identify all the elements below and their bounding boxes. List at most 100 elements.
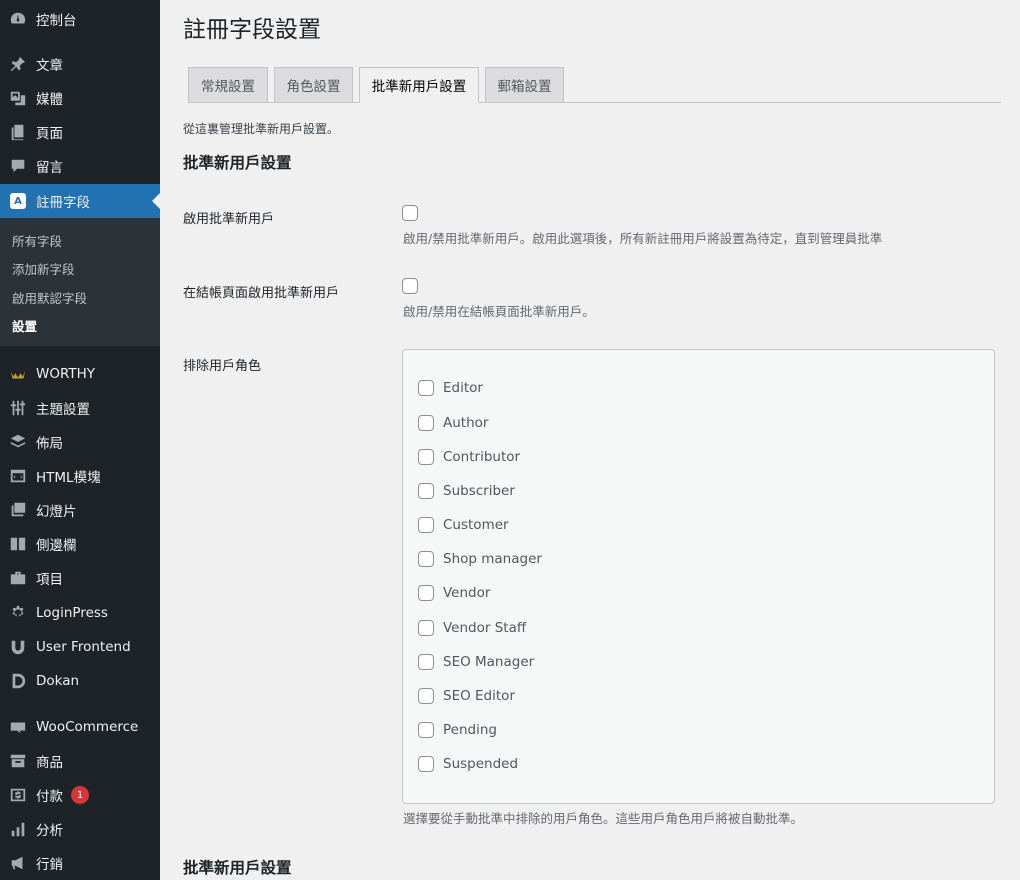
menu-registration-fields[interactable]: A 註冊字段: [0, 184, 160, 218]
dashboard-icon: [0, 2, 36, 36]
role-label: Suspended: [443, 756, 519, 772]
role-checkbox[interactable]: [418, 380, 434, 396]
role-checkbox[interactable]: [418, 722, 434, 738]
slides-icon: [0, 493, 36, 527]
role-checkbox[interactable]: [418, 654, 434, 670]
layers-icon: [0, 425, 36, 459]
menu-products[interactable]: 商品: [0, 744, 160, 778]
menu-media-label: 媒體: [36, 92, 63, 108]
bar-chart-icon: [0, 812, 36, 846]
submenu-settings[interactable]: 設置: [12, 316, 37, 335]
role-checkbox[interactable]: [418, 688, 434, 704]
dollar-icon: [0, 778, 36, 812]
role-option[interactable]: Vendor: [418, 585, 490, 601]
checkout-approve-label: 在結帳頁面啟用批準新用戶: [183, 286, 340, 301]
submenu-all-fields[interactable]: 所有字段: [12, 231, 62, 250]
menu-comments[interactable]: 留言: [0, 149, 160, 183]
menu-media[interactable]: 媒體: [0, 81, 160, 115]
role-label: Editor: [443, 380, 483, 396]
menu-worthy[interactable]: WORTHY: [0, 357, 160, 391]
registration-submenu: 所有字段 添加新字段 啟用默認字段 設置: [0, 218, 160, 346]
menu-analytics[interactable]: 分析: [0, 812, 160, 846]
role-option[interactable]: Subscriber: [418, 483, 515, 499]
role-option[interactable]: Suspended: [418, 756, 518, 772]
checkout-approve-checkbox[interactable]: [402, 278, 418, 294]
menu-woocommerce-label: WooCommerce: [36, 719, 139, 735]
role-label: Pending: [443, 722, 497, 738]
menu-layout[interactable]: 佈局: [0, 425, 160, 459]
page-title: 註冊字段設置: [183, 17, 321, 43]
section-title-secondary: 批準新用戶設置: [183, 859, 292, 877]
role-label: Subscriber: [443, 483, 515, 499]
role-label: SEO Editor: [443, 688, 515, 704]
tab-general[interactable]: 常規設置: [188, 67, 268, 103]
menu-dokan[interactable]: Dokan: [0, 664, 160, 698]
menu-theme-settings-label: 主題設置: [36, 402, 90, 418]
submenu-add-field[interactable]: 添加新字段: [12, 259, 75, 278]
menu-woocommerce[interactable]: WooCommerce: [0, 710, 160, 744]
menu-layout-label: 佈局: [36, 436, 63, 452]
sidebar-icon: [0, 527, 36, 561]
role-option[interactable]: Pending: [418, 722, 497, 738]
role-checkbox[interactable]: [418, 415, 434, 431]
role-option[interactable]: Vendor Staff: [418, 620, 526, 636]
role-option[interactable]: SEO Manager: [418, 654, 534, 670]
role-option[interactable]: SEO Editor: [418, 688, 515, 704]
woocommerce-icon: [0, 710, 36, 744]
menu-sidebars[interactable]: 側邊欄: [0, 527, 160, 561]
role-checkbox[interactable]: [418, 620, 434, 636]
menu-analytics-label: 分析: [36, 823, 63, 839]
menu-user-frontend[interactable]: User Frontend: [0, 630, 160, 664]
tab-roles[interactable]: 角色設置: [274, 67, 353, 103]
role-checkbox[interactable]: [418, 756, 434, 772]
role-checkbox[interactable]: [418, 585, 434, 601]
enable-approve-checkbox[interactable]: [402, 205, 418, 221]
role-option[interactable]: Shop manager: [418, 551, 542, 567]
worthy-icon: [0, 357, 36, 391]
menu-sidebars-label: 側邊欄: [36, 538, 77, 554]
role-checkbox[interactable]: [418, 449, 434, 465]
exclude-roles-label: 排除用戶角色: [183, 359, 262, 374]
role-checkbox[interactable]: [418, 517, 434, 533]
menu-theme-settings[interactable]: 主題設置: [0, 391, 160, 425]
payments-count-badge: 1: [71, 786, 89, 804]
menu-worthy-label: WORTHY: [36, 366, 96, 382]
main-content: 註冊字段設置 常規設置 角色設置 批準新用戶設置 郵箱設置 從這裏管理批準新用戶…: [160, 0, 1020, 880]
role-option[interactable]: Author: [418, 415, 488, 431]
role-checkbox[interactable]: [418, 483, 434, 499]
tab-email[interactable]: 郵箱設置: [485, 67, 564, 103]
settings-tabs: 常規設置 角色設置 批準新用戶設置 郵箱設置: [188, 67, 1001, 103]
menu-loginpress-label: LoginPress: [36, 605, 108, 621]
menu-payments[interactable]: 付款 1: [0, 778, 160, 812]
role-option[interactable]: Contributor: [418, 449, 520, 465]
menu-projects[interactable]: 項目: [0, 561, 160, 595]
menu-marketing[interactable]: 行銷: [0, 846, 160, 880]
menu-posts-label: 文章: [36, 58, 63, 74]
menu-pages[interactable]: 頁面: [0, 115, 160, 149]
role-label: Author: [443, 415, 489, 431]
admin-sidebar: 控制台 文章 媒體 頁面 留言 A 註冊字段 所有字段 添加新字段 啟用默認字段…: [0, 0, 160, 880]
menu-dashboard-label: 控制台: [36, 13, 77, 29]
menu-dokan-label: Dokan: [36, 673, 80, 689]
menu-posts[interactable]: 文章: [0, 47, 160, 81]
section-title: 批準新用戶設置: [183, 154, 292, 172]
menu-payments-label: 付款: [36, 789, 63, 805]
menu-slides[interactable]: 幻燈片: [0, 493, 160, 527]
menu-html-modules-label: HTML模塊: [36, 470, 101, 486]
pin-icon: [0, 47, 36, 81]
tab-approve-new-user[interactable]: 批準新用戶設置: [359, 67, 479, 103]
menu-loginpress[interactable]: LoginPress: [0, 596, 160, 630]
submenu-default-fields[interactable]: 啟用默認字段: [12, 288, 87, 307]
enable-approve-desc: 啟用/禁用批準新用戶。啟用此選項後，所有新註冊用戶將設置為待定，直到管理員批準: [403, 231, 883, 246]
role-option[interactable]: Customer: [418, 517, 509, 533]
menu-html-modules[interactable]: HTML模塊: [0, 459, 160, 493]
page-icon: [0, 115, 36, 149]
sliders-icon: [0, 391, 36, 425]
role-option[interactable]: Editor: [418, 380, 483, 396]
media-icon: [0, 81, 36, 115]
role-checkbox[interactable]: [418, 551, 434, 567]
user-frontend-icon: [0, 630, 36, 664]
menu-pages-label: 頁面: [36, 126, 63, 142]
role-label: Shop manager: [443, 551, 542, 567]
menu-dashboard[interactable]: 控制台: [0, 2, 160, 36]
